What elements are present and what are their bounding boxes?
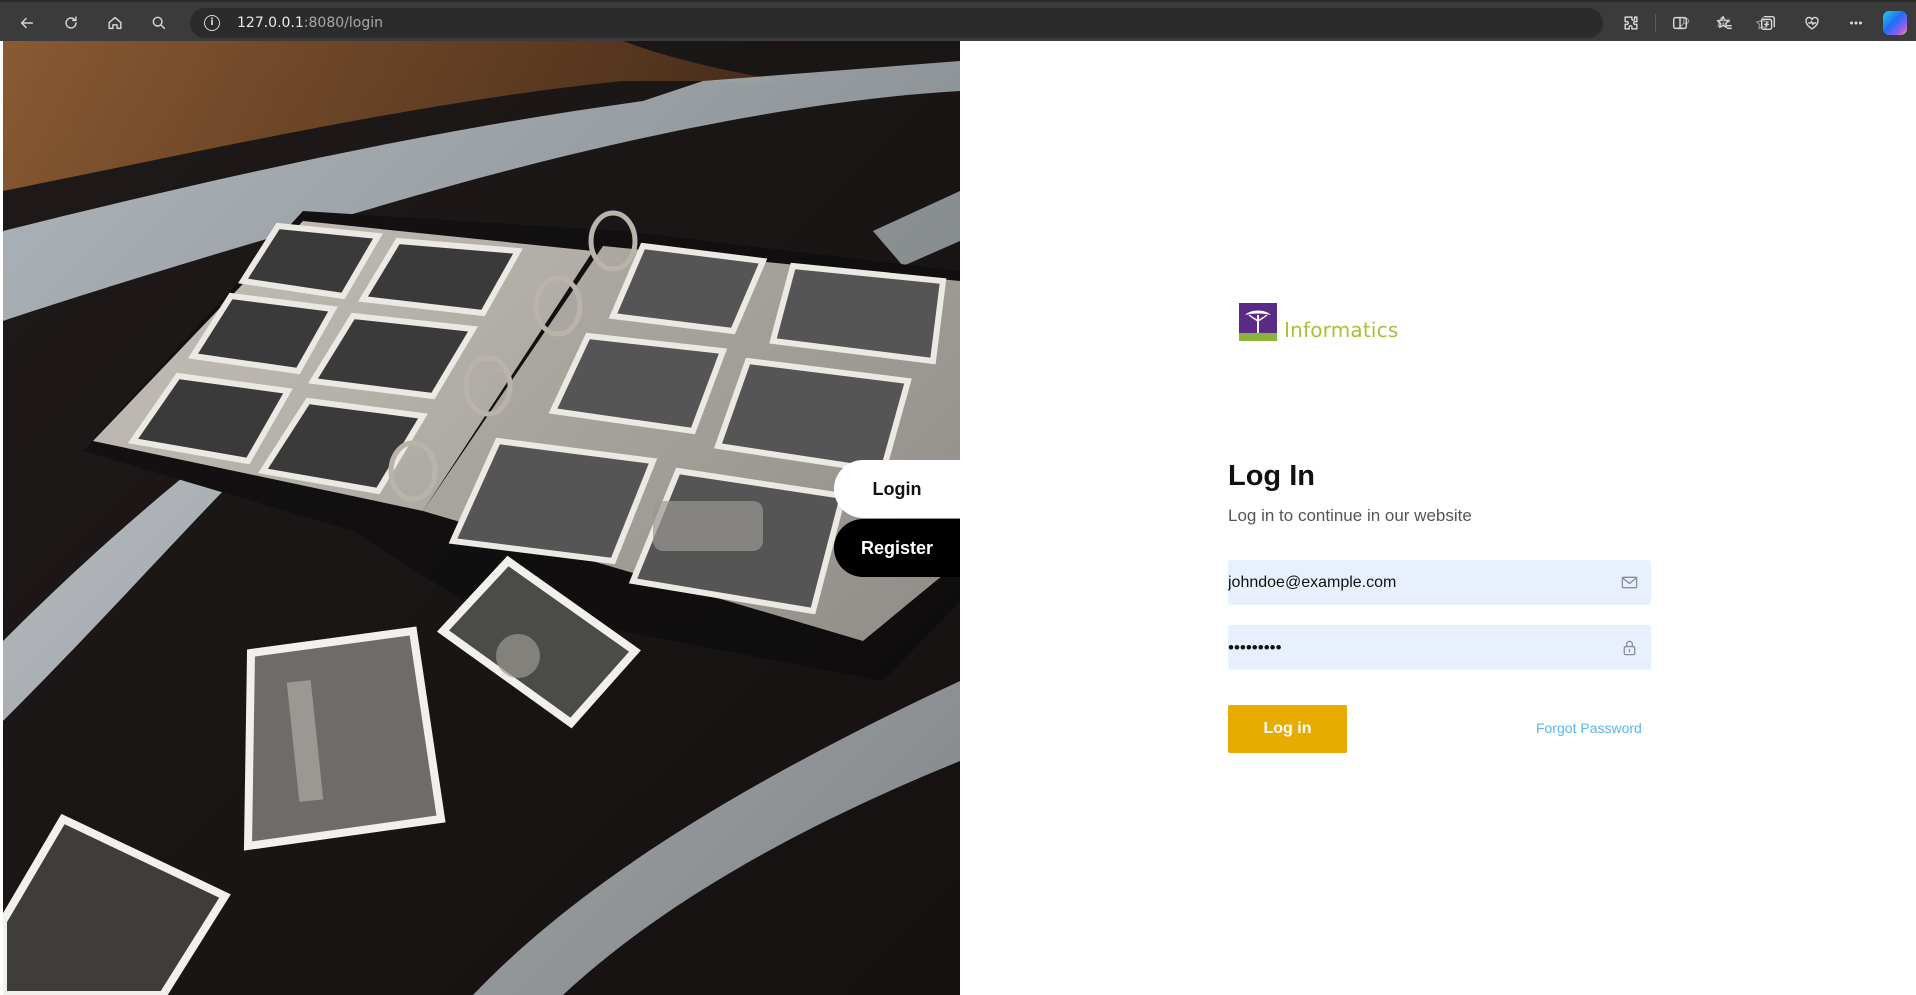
page-subtitle: Log in to continue in our website bbox=[1228, 506, 1472, 525]
login-button[interactable]: Log in bbox=[1228, 705, 1347, 753]
browser-toolbar: i 127.0.0.1:8080/login Aᵃ bbox=[0, 0, 1916, 41]
tab-login[interactable]: Login bbox=[834, 460, 960, 518]
browser-essentials-icon[interactable] bbox=[1798, 9, 1826, 37]
home-icon[interactable] bbox=[101, 9, 129, 37]
split-screen-icon[interactable] bbox=[1666, 9, 1694, 37]
more-menu-icon[interactable] bbox=[1842, 9, 1870, 37]
favorites-icon[interactable] bbox=[1710, 9, 1738, 37]
extensions-icon[interactable] bbox=[1617, 9, 1645, 37]
page-title: Log In bbox=[1228, 460, 1315, 492]
address-bar[interactable]: i 127.0.0.1:8080/login Aᵃ bbox=[190, 8, 1769, 38]
mail-icon bbox=[1620, 573, 1639, 592]
password-field bbox=[1228, 625, 1651, 670]
site-info-icon[interactable]: i bbox=[204, 15, 220, 31]
photo-album-illustration bbox=[3, 41, 960, 995]
brand-logo: Informatics bbox=[1239, 303, 1439, 347]
brand-tree-icon bbox=[1239, 303, 1277, 341]
password-input[interactable] bbox=[1228, 625, 1618, 670]
refresh-icon[interactable] bbox=[57, 9, 85, 37]
hero-photo bbox=[3, 41, 960, 995]
page: Login Register Informatics Log In Log in… bbox=[3, 41, 1914, 995]
forgot-password-link[interactable]: Forgot Password bbox=[1536, 720, 1642, 736]
back-icon[interactable] bbox=[13, 9, 41, 37]
search-icon[interactable] bbox=[145, 9, 173, 37]
tab-register[interactable]: Register bbox=[834, 519, 960, 577]
brand-name: Informatics bbox=[1284, 318, 1399, 342]
url-text[interactable]: 127.0.0.1:8080/login bbox=[237, 15, 383, 31]
email-field bbox=[1228, 560, 1651, 605]
collections-icon[interactable] bbox=[1754, 9, 1782, 37]
lock-icon bbox=[1620, 638, 1639, 657]
toolbar-divider bbox=[1655, 14, 1656, 32]
email-input[interactable] bbox=[1228, 560, 1618, 605]
copilot-icon[interactable] bbox=[1883, 11, 1907, 35]
